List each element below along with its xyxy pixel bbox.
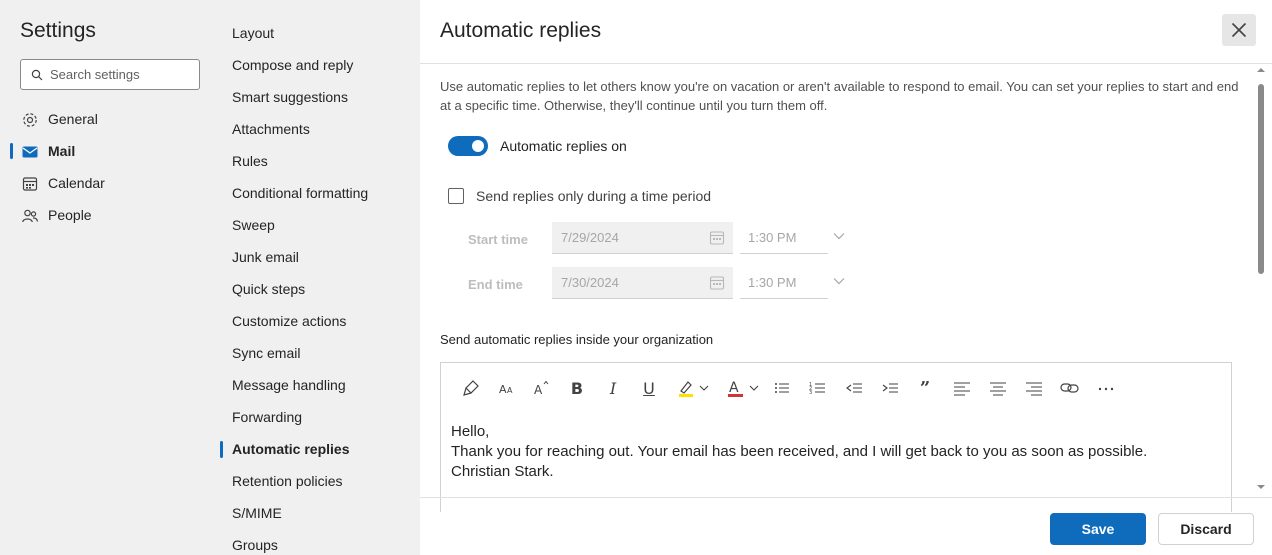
end-date-value: 7/30/2024	[561, 275, 619, 290]
chevron-down-icon[interactable]	[832, 229, 846, 243]
divider	[420, 497, 1272, 498]
nav-item-attachments[interactable]: Attachments	[232, 118, 310, 140]
discard-button[interactable]: Discard	[1158, 513, 1254, 545]
nav-item-junk-email[interactable]: Junk email	[232, 246, 299, 268]
link-icon[interactable]	[1059, 377, 1081, 399]
font-color-icon[interactable]: A	[725, 377, 765, 399]
save-button[interactable]: Save	[1050, 513, 1146, 545]
highlight-icon[interactable]	[675, 377, 715, 399]
category-mail[interactable]: Mail	[0, 137, 210, 165]
mail-settings-nav: Layout Compose and reply Smart suggestio…	[210, 0, 420, 555]
bullets-icon[interactable]	[771, 377, 793, 399]
grow-font-icon[interactable]: A	[531, 377, 553, 399]
more-options-icon[interactable]	[1095, 377, 1117, 399]
toggle-knob	[472, 140, 484, 152]
nav-item-quick-steps[interactable]: Quick steps	[232, 278, 305, 300]
nav-item-customize-actions[interactable]: Customize actions	[232, 310, 346, 332]
align-left-icon[interactable]	[951, 377, 973, 399]
svg-text:3: 3	[809, 390, 812, 396]
increase-indent-icon[interactable]	[879, 377, 901, 399]
close-icon	[1231, 22, 1247, 38]
scroll-down-arrow-icon[interactable]	[1257, 485, 1265, 489]
category-people-label: People	[48, 207, 92, 223]
quote-icon[interactable]: ”	[915, 377, 935, 399]
nav-item-retention-policies[interactable]: Retention policies	[232, 470, 343, 492]
end-date-field[interactable]: 7/30/2024	[552, 267, 733, 299]
nav-item-sync-email[interactable]: Sync email	[232, 342, 300, 364]
calendar-icon	[709, 276, 725, 290]
inside-org-label: Send automatic replies inside your organ…	[440, 332, 714, 347]
start-time-value: 1:30 PM	[748, 230, 797, 245]
category-people[interactable]: People	[0, 201, 210, 229]
panel-title: Automatic replies	[440, 19, 602, 42]
bold-icon[interactable]: B	[567, 377, 587, 399]
scrollbar-thumb[interactable]	[1258, 84, 1264, 274]
category-calendar[interactable]: Calendar	[0, 169, 210, 197]
category-general-label: General	[48, 111, 98, 127]
search-input[interactable]: Search settings	[20, 59, 200, 90]
align-right-icon[interactable]	[1023, 377, 1045, 399]
chevron-down-icon[interactable]	[832, 274, 846, 288]
time-period-label: Send replies only during a time period	[476, 188, 712, 204]
calendar-icon	[22, 177, 38, 191]
format-painter-icon[interactable]	[461, 377, 481, 399]
gear-icon	[23, 113, 37, 127]
category-general[interactable]: General	[0, 105, 210, 133]
nav-item-conditional-formatting[interactable]: Conditional formatting	[232, 182, 368, 204]
automatic-replies-panel: Automatic replies Use automatic replies …	[420, 0, 1272, 555]
nav-item-message-handling[interactable]: Message handling	[232, 374, 346, 396]
time-period-checkbox[interactable]	[448, 188, 464, 204]
automatic-replies-toggle[interactable]	[448, 136, 488, 156]
align-center-icon[interactable]	[987, 377, 1009, 399]
message-line: Thank you for reaching out. Your email h…	[451, 443, 1148, 460]
end-time-field[interactable]: 1:30 PM	[740, 267, 828, 299]
svg-text:A: A	[729, 380, 739, 396]
active-indicator	[220, 441, 223, 458]
message-line: Christian Stark.	[451, 463, 554, 480]
panel-description: Use automatic replies to let others know…	[440, 79, 1239, 113]
people-icon	[22, 209, 38, 223]
search-placeholder: Search settings	[50, 67, 140, 82]
nav-item-compose-and-reply[interactable]: Compose and reply	[232, 54, 353, 76]
start-date-value: 7/29/2024	[561, 230, 619, 245]
divider	[420, 63, 1272, 64]
calendar-icon	[709, 231, 725, 245]
settings-sidebar: Settings Search settings General Mail Ca…	[0, 0, 210, 555]
settings-title: Settings	[20, 19, 96, 42]
svg-text:A: A	[534, 383, 543, 397]
nav-item-layout[interactable]: Layout	[232, 22, 274, 44]
numbering-icon[interactable]: 123	[807, 377, 829, 399]
nav-item-smart-suggestions[interactable]: Smart suggestions	[232, 86, 348, 108]
scroll-up-arrow-icon[interactable]	[1257, 68, 1265, 72]
end-time-value: 1:30 PM	[748, 275, 797, 290]
start-time-field[interactable]: 1:30 PM	[740, 222, 828, 254]
end-time-label: End time	[468, 277, 523, 292]
message-line: Hello,	[451, 423, 490, 440]
nav-item-groups[interactable]: Groups	[232, 534, 278, 555]
search-icon	[31, 69, 43, 80]
category-mail-label: Mail	[48, 143, 76, 159]
scrollbar[interactable]	[1254, 64, 1268, 494]
nav-item-smime[interactable]: S/MIME	[232, 502, 282, 524]
font-size-icon[interactable]: AA	[495, 377, 519, 399]
nav-item-sweep[interactable]: Sweep	[232, 214, 275, 236]
message-editor[interactable]: AA A B I U A 123 ” Hello, Thank you for …	[440, 362, 1232, 512]
nav-item-rules[interactable]: Rules	[232, 150, 268, 172]
toggle-label: Automatic replies on	[500, 138, 627, 154]
active-indicator	[10, 143, 13, 159]
start-date-field[interactable]: 7/29/2024	[552, 222, 733, 254]
nav-item-automatic-replies[interactable]: Automatic replies	[232, 438, 349, 460]
svg-text:A: A	[507, 386, 513, 395]
mail-icon	[22, 146, 38, 158]
nav-item-forwarding[interactable]: Forwarding	[232, 406, 302, 428]
close-button[interactable]	[1222, 14, 1256, 46]
svg-text:A: A	[499, 383, 507, 396]
message-body[interactable]: Hello, Thank you for reaching out. Your …	[451, 422, 1147, 482]
start-time-label: Start time	[468, 232, 528, 247]
underline-icon[interactable]: U	[639, 377, 659, 399]
italic-icon[interactable]: I	[603, 377, 623, 399]
decrease-indent-icon[interactable]	[843, 377, 865, 399]
category-calendar-label: Calendar	[48, 175, 105, 191]
